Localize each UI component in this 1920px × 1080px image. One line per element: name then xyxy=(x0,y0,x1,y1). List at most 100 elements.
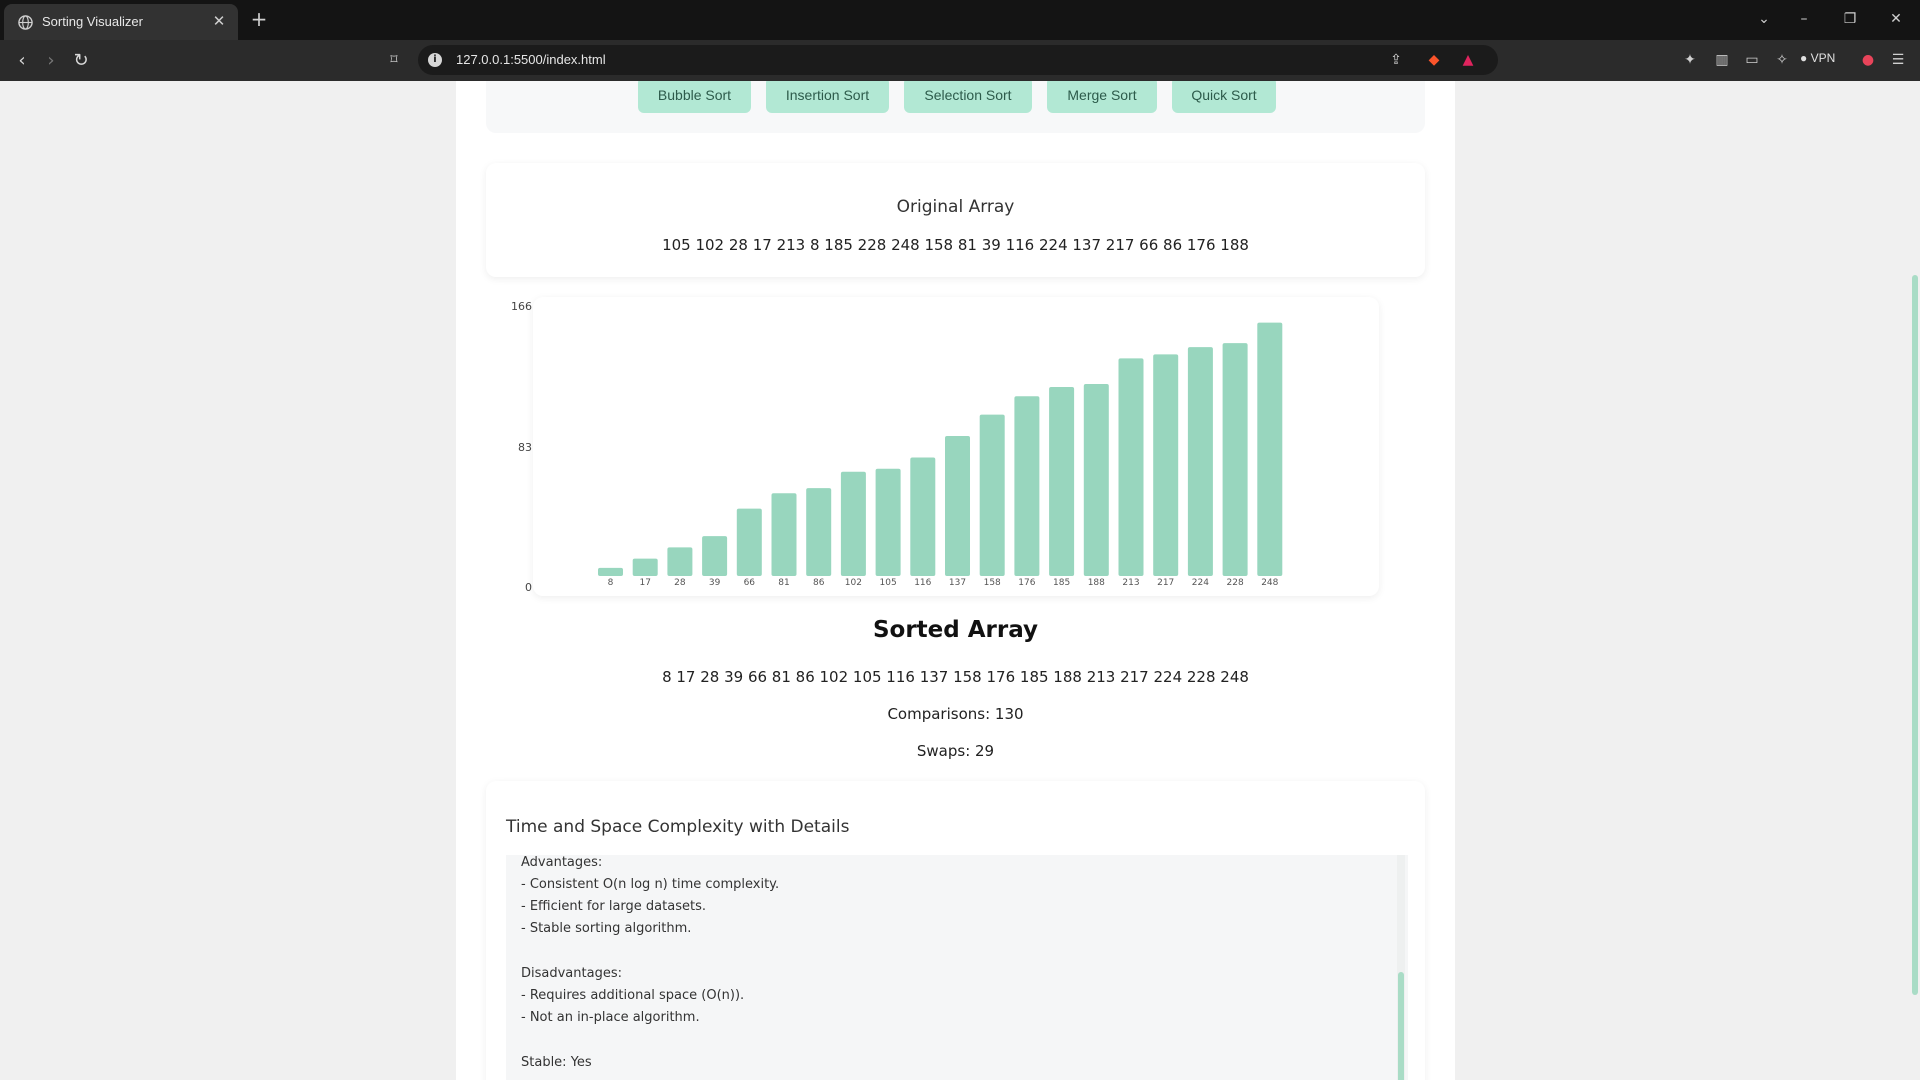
address-bar[interactable]: i 127.0.0.1:5500/index.html ⇪ ◆ ▲ xyxy=(418,45,1498,75)
bookmark-icon[interactable]: ⌑ xyxy=(384,50,404,70)
selection-sort-button[interactable]: Selection Sort xyxy=(904,81,1032,113)
brave-rewards-icon[interactable]: ▲ xyxy=(1458,50,1478,70)
quick-sort-button[interactable]: Quick Sort xyxy=(1172,81,1276,113)
bar[interactable] xyxy=(945,436,970,576)
x-tick-label: 158 xyxy=(984,578,1001,588)
detail-line: - Not an in-place algorithm. xyxy=(521,1010,700,1025)
bar[interactable] xyxy=(910,457,936,576)
original-array-heading: Original Array xyxy=(896,197,1015,217)
swaps-count: Swaps: 29 xyxy=(916,742,995,760)
forward-icon[interactable]: › xyxy=(38,48,64,74)
bar[interactable] xyxy=(667,547,693,576)
bar[interactable] xyxy=(1187,347,1213,576)
vpn-label: VPN xyxy=(1810,51,1836,65)
x-tick-label: 224 xyxy=(1192,578,1209,588)
page-scrollbar-thumb[interactable] xyxy=(1912,275,1918,995)
details-scrollbar-thumb[interactable] xyxy=(1398,972,1404,1080)
x-tick-label: 81 xyxy=(778,578,789,588)
bar[interactable] xyxy=(1118,358,1144,576)
complexity-title: Time and Space Complexity with Details xyxy=(506,817,850,837)
detail-line: Stable: Yes xyxy=(521,1055,592,1070)
bar[interactable] xyxy=(1083,383,1109,576)
tab-title: Sorting Visualizer xyxy=(42,14,143,29)
comparisons-count: Comparisons: 130 xyxy=(887,705,1024,723)
leo-ai-icon[interactable]: ✧ xyxy=(1772,50,1792,70)
bar[interactable] xyxy=(1049,387,1075,576)
bar[interactable] xyxy=(875,468,901,576)
y-tick-label: 166 xyxy=(511,300,532,313)
original-array-card: Original Array 105 102 28 17 213 8 185 2… xyxy=(486,163,1425,277)
x-tick-label: 188 xyxy=(1088,578,1105,588)
globe-icon xyxy=(18,15,33,30)
share-icon[interactable]: ⇪ xyxy=(1386,50,1406,70)
x-tick-label: 228 xyxy=(1227,578,1244,588)
reload-icon[interactable]: ↻ xyxy=(68,48,94,74)
menu-icon[interactable]: ☰ xyxy=(1888,50,1908,70)
browser-titlebar: Sorting Visualizer ✕ + ⌄ – ❐ ✕ xyxy=(0,0,1920,40)
complexity-card: Time and Space Complexity with Details A… xyxy=(486,781,1425,1080)
x-tick-label: 116 xyxy=(914,578,931,588)
merge-sort-button[interactable]: Merge Sort xyxy=(1047,81,1157,113)
detail-line: - Efficient for large datasets. xyxy=(521,899,706,914)
close-window-icon[interactable]: ✕ xyxy=(1884,8,1908,30)
x-tick-label: 176 xyxy=(1018,578,1035,588)
bar[interactable] xyxy=(840,471,866,576)
detail-line: Disadvantages: xyxy=(521,966,622,981)
new-tab-icon[interactable]: + xyxy=(248,8,270,30)
y-tick-label: 83 xyxy=(518,441,532,454)
bar[interactable] xyxy=(1222,343,1248,576)
bar[interactable] xyxy=(598,567,623,576)
x-tick-label: 8 xyxy=(608,578,614,588)
page-viewport: Bubble Sort Insertion Sort Selection Sor… xyxy=(0,81,1920,1080)
minimize-icon[interactable]: – xyxy=(1792,8,1816,30)
y-tick-label: 0 xyxy=(525,581,532,594)
bar[interactable] xyxy=(806,488,832,576)
sorted-array-heading: Sorted Array xyxy=(872,617,1039,643)
vpn-button[interactable]: ● VPN xyxy=(1800,51,1835,69)
bar[interactable] xyxy=(979,414,1005,576)
restore-icon[interactable]: ❐ xyxy=(1838,8,1862,30)
x-tick-label: 213 xyxy=(1122,578,1139,588)
browser-toolbar: ‹ › ↻ ⌑ i 127.0.0.1:5500/index.html ⇪ ◆ … xyxy=(0,40,1920,81)
bar-chart: 0 83 166 8 17 28 39 66 81 86 102 105 116 137 158 176 185… xyxy=(511,300,1283,594)
x-tick-label: 66 xyxy=(744,578,756,588)
page-scrollbar[interactable] xyxy=(1910,81,1920,1080)
x-tick-label: 248 xyxy=(1261,578,1278,588)
profile-avatar-icon[interactable]: ● xyxy=(1858,50,1878,70)
brave-shield-icon[interactable]: ◆ xyxy=(1424,50,1444,70)
bar[interactable] xyxy=(1257,322,1283,576)
bar[interactable] xyxy=(771,493,797,576)
wallet-icon[interactable]: ▭ xyxy=(1742,50,1762,70)
x-tick-label: 17 xyxy=(639,578,650,588)
bubble-sort-button[interactable]: Bubble Sort xyxy=(638,81,751,113)
bar[interactable] xyxy=(1014,396,1040,576)
site-info-icon[interactable]: i xyxy=(428,53,442,67)
bar[interactable] xyxy=(632,558,658,576)
tab-search-chevron-icon[interactable]: ⌄ xyxy=(1752,8,1776,30)
algorithm-buttons-panel: Bubble Sort Insertion Sort Selection Sor… xyxy=(486,81,1425,133)
x-tick-label: 105 xyxy=(880,578,897,588)
back-icon[interactable]: ‹ xyxy=(9,48,35,74)
browser-tab[interactable]: Sorting Visualizer ✕ xyxy=(4,4,238,40)
sorted-array-values: 8 17 28 39 66 81 86 102 105 116 137 158 … xyxy=(662,668,1249,686)
insertion-sort-button[interactable]: Insertion Sort xyxy=(766,81,889,113)
x-tick-label: 28 xyxy=(674,578,686,588)
original-array-values: 105 102 28 17 213 8 185 228 248 158 81 3… xyxy=(662,236,1249,254)
detail-line: - Stable sorting algorithm. xyxy=(521,921,692,936)
sidebar-icon[interactable]: ▥ xyxy=(1712,50,1732,70)
x-tick-label: 137 xyxy=(949,578,966,588)
detail-line: - Consistent O(n log n) time complexity. xyxy=(521,877,780,892)
x-tick-label: 86 xyxy=(813,578,825,588)
complexity-details[interactable]: Advantages: - Consistent O(n log n) time… xyxy=(506,855,1408,1080)
bar[interactable] xyxy=(702,536,728,576)
x-tick-label: 102 xyxy=(845,578,862,588)
detail-line: - Requires additional space (O(n)). xyxy=(521,988,745,1003)
x-tick-label: 39 xyxy=(709,578,721,588)
bar[interactable] xyxy=(1153,354,1179,576)
details-scrollbar[interactable] xyxy=(1397,855,1405,1080)
bar[interactable] xyxy=(736,508,762,576)
tab-close-icon[interactable]: ✕ xyxy=(210,12,228,30)
extensions-icon[interactable]: ✦ xyxy=(1680,50,1700,70)
url-text[interactable]: 127.0.0.1:5500/index.html xyxy=(456,52,606,67)
x-tick-label: 185 xyxy=(1053,578,1070,588)
